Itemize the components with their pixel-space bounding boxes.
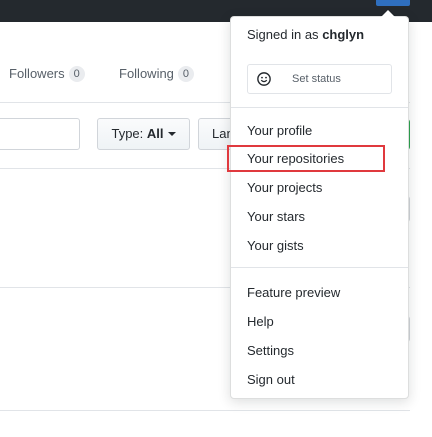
- menu-item-your-projects[interactable]: Your projects: [247, 177, 322, 199]
- type-filter-value: All: [146, 126, 164, 141]
- menu-item-sign-out[interactable]: Sign out: [247, 369, 295, 391]
- set-status-button[interactable]: Set status: [247, 64, 392, 94]
- tab-following-label: Following: [119, 66, 174, 81]
- following-counter: 0: [177, 66, 195, 82]
- smiley-icon: [257, 72, 271, 86]
- highlight-annotation: [227, 145, 385, 172]
- menu-item-your-gists[interactable]: Your gists: [247, 235, 304, 257]
- tab-following[interactable]: Following 0: [119, 60, 195, 88]
- type-filter-label: Type:: [111, 126, 144, 141]
- menu-item-feature-preview[interactable]: Feature preview: [247, 282, 340, 304]
- menu-item-your-profile[interactable]: Your profile: [247, 120, 312, 142]
- find-repository-input[interactable]: [0, 118, 80, 150]
- chevron-down-icon: [167, 132, 176, 136]
- user-avatar-button[interactable]: [376, 0, 410, 6]
- menu-item-your-stars[interactable]: Your stars: [247, 206, 305, 228]
- list-divider: [0, 410, 410, 411]
- set-status-label: Set status: [292, 73, 341, 85]
- tab-followers[interactable]: Followers 0: [9, 60, 85, 88]
- signed-in-prefix: Signed in as: [247, 27, 319, 42]
- menu-item-settings[interactable]: Settings: [247, 340, 294, 362]
- type-filter-button[interactable]: Type: All: [97, 118, 190, 150]
- user-dropdown-menu: Signed in as chglyn Set status Your prof…: [230, 16, 409, 399]
- menu-item-help[interactable]: Help: [247, 311, 274, 333]
- menu-divider: [231, 107, 408, 108]
- signed-in-username: chglyn: [322, 27, 365, 42]
- signed-in-header: Signed in as chglyn: [247, 27, 364, 43]
- tab-followers-label: Followers: [9, 66, 65, 81]
- followers-counter: 0: [68, 66, 85, 82]
- menu-divider: [231, 267, 408, 268]
- dropdown-caret-fill: [381, 10, 395, 17]
